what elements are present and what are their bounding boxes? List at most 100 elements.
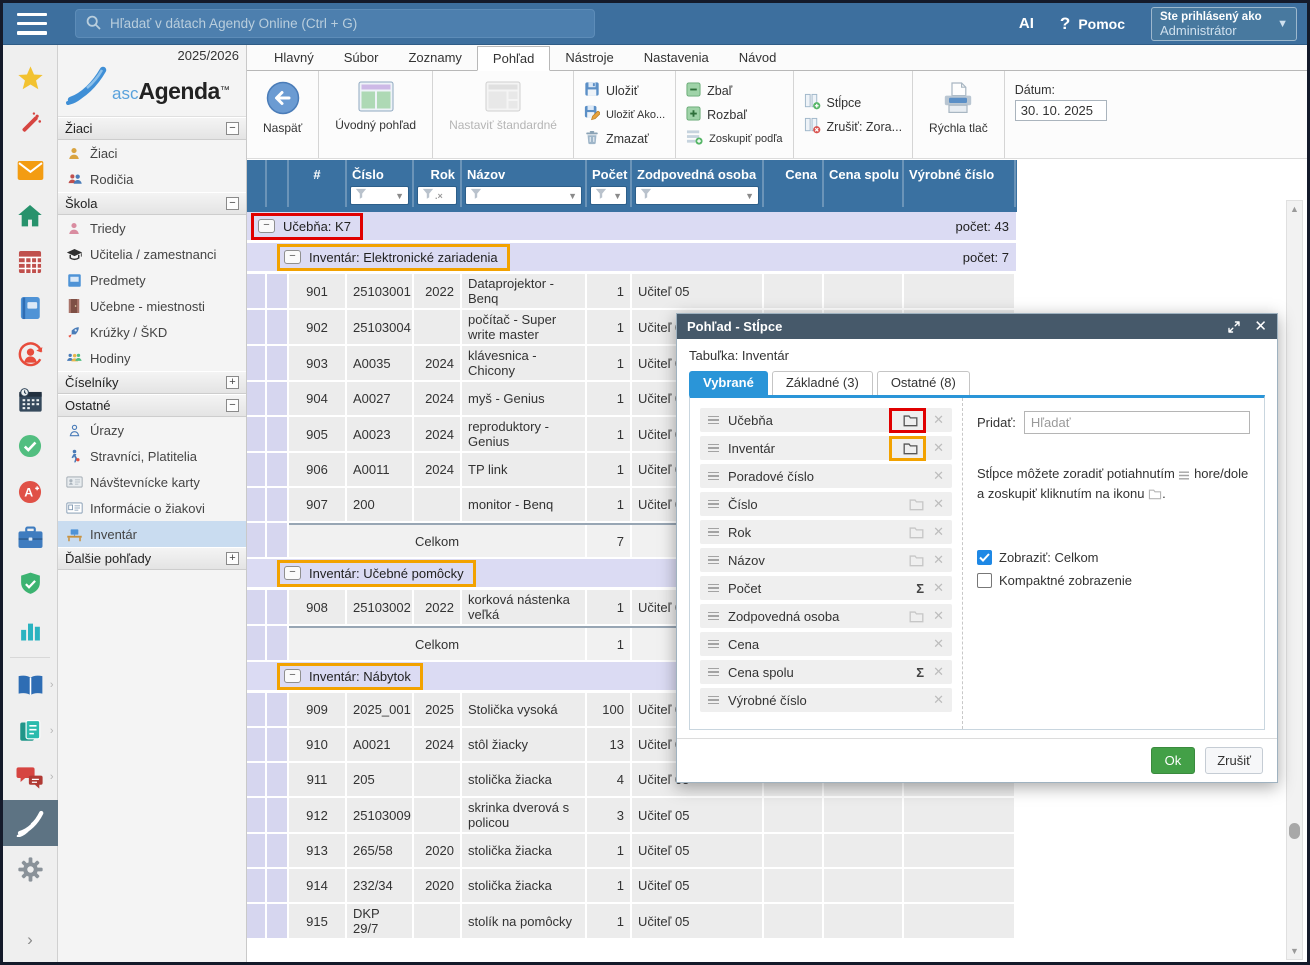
safety-shield-icon[interactable]: [3, 561, 58, 607]
agenda-briefcase-icon[interactable]: [3, 515, 58, 561]
cancel-button[interactable]: Zrušiť: [1205, 747, 1263, 774]
scroll-up-arrow-icon[interactable]: ▲: [1287, 204, 1302, 214]
help-button[interactable]: ? Pomoc: [1060, 14, 1125, 34]
column-header--[interactable]: #: [289, 160, 347, 184]
date-input[interactable]: [1015, 100, 1107, 121]
save-as-button[interactable]: Uložiť Ako...: [584, 104, 665, 125]
remove-column-icon[interactable]: ✕: [933, 440, 944, 456]
attendance-check-icon[interactable]: [3, 423, 58, 469]
sidebar-item-n-v-tevn-cke-karty[interactable]: Návštevnícke karty: [58, 469, 246, 495]
sidebar-item-stravn-ci-platitelia[interactable]: Stravníci, Platitelia: [58, 443, 246, 469]
table-row[interactable]: 914232/342020stolička žiacka1Učiteľ 05: [247, 869, 1017, 904]
quick-print-button[interactable]: Rýchla tlač: [923, 79, 994, 137]
remove-column-icon[interactable]: ✕: [933, 524, 944, 540]
dialog-close-icon[interactable]: ✕: [1254, 319, 1267, 334]
tab-s-bor[interactable]: Súbor: [329, 46, 394, 70]
column-header-po-et[interactable]: Počet ▼: [587, 160, 632, 184]
global-search-input[interactable]: Hľadať v dátach Agendy Online (Ctrl + G): [75, 9, 595, 38]
ok-button[interactable]: Ok: [1151, 747, 1196, 774]
cancel-sort-button[interactable]: Zrušiť: Zora...: [804, 116, 903, 137]
drag-handle-icon[interactable]: [708, 612, 719, 621]
tab-nastavenia[interactable]: Nastavenia: [629, 46, 724, 70]
filter-input[interactable]: ▼: [590, 186, 627, 205]
documents-copies-icon[interactable]: ›: [3, 708, 58, 754]
dialog-tab-ostatn-8-[interactable]: Ostatné (8): [877, 371, 970, 395]
column-header-zodpovedn-osoba[interactable]: Zodpovedná osoba: [632, 160, 764, 184]
filter-input[interactable]: ▼: [635, 186, 759, 205]
drag-handle-icon[interactable]: [708, 416, 719, 425]
vertical-scrollbar[interactable]: ▲ ▼: [1286, 200, 1303, 960]
expand-all-button[interactable]: Rozbaľ: [686, 104, 747, 125]
remove-column-icon[interactable]: ✕: [933, 608, 944, 624]
communication-chat-icon[interactable]: ›: [3, 754, 58, 800]
home-view-button[interactable]: Úvodný pohľad: [329, 79, 422, 134]
sidebar-item-kr-ky-kd[interactable]: Krúžky / ŠKD: [58, 319, 246, 345]
sidebar-item-triedy[interactable]: Triedy: [58, 215, 246, 241]
drag-handle-icon[interactable]: [708, 444, 719, 453]
messages-envelope-icon[interactable]: [3, 147, 58, 193]
sum-sigma-icon[interactable]: Σ: [916, 581, 924, 596]
group-folder-icon[interactable]: [903, 414, 918, 427]
compact-view-checkbox[interactable]: Kompaktné zobrazenie: [977, 569, 1250, 592]
drag-handle-icon[interactable]: [708, 584, 719, 593]
sidebar-item-u-ebne-miestnosti[interactable]: Učebne - miestnosti: [58, 293, 246, 319]
column-header-cena[interactable]: Cena: [764, 160, 824, 184]
statistics-chart-icon[interactable]: [3, 607, 58, 653]
show-total-checkbox[interactable]: Zobraziť: Celkom: [977, 546, 1250, 569]
hamburger-menu-icon[interactable]: [17, 13, 47, 35]
home-icon[interactable]: [3, 193, 58, 239]
sidebar-item-invent-r[interactable]: Inventár: [58, 521, 246, 547]
sidebar-item-predmety[interactable]: Predmety: [58, 267, 246, 293]
collapse-group-button[interactable]: −: [258, 219, 275, 233]
rail-expand-chevron-icon[interactable]: ›: [27, 930, 33, 950]
column-header-n-zov[interactable]: Názov: [462, 160, 587, 184]
remove-column-icon[interactable]: ✕: [933, 664, 944, 680]
dialog-tab-vybran-[interactable]: Vybrané: [689, 371, 768, 395]
settings-gear-icon[interactable]: [3, 846, 58, 892]
remove-column-icon[interactable]: ✕: [933, 552, 944, 568]
remove-column-icon[interactable]: ✕: [933, 692, 944, 708]
column-header-rok[interactable]: Rok: [414, 160, 462, 184]
group-folder-icon[interactable]: [909, 498, 924, 511]
collapse-section-icon[interactable]: −: [226, 122, 239, 135]
collapse-group-button[interactable]: −: [284, 566, 301, 580]
drag-handle-icon[interactable]: [708, 500, 719, 509]
classbook-notebook-icon[interactable]: [3, 285, 58, 331]
set-default-button[interactable]: Nastaviť štandardné: [443, 79, 563, 134]
sidebar-section--seln-ky[interactable]: Číselníky+: [58, 371, 246, 394]
remove-column-icon[interactable]: ✕: [933, 636, 944, 652]
collapse-group-button[interactable]: −: [284, 669, 301, 683]
timetable-grid-icon[interactable]: [3, 239, 58, 285]
calendar-plan-icon[interactable]: [3, 377, 58, 423]
sidebar-item-hodiny[interactable]: Hodiny: [58, 345, 246, 371]
collapse-section-icon[interactable]: −: [226, 399, 239, 412]
library-book-icon[interactable]: ›: [3, 662, 58, 708]
delete-button[interactable]: Zmazať: [584, 128, 649, 149]
sidebar-section--kola[interactable]: Škola−: [58, 192, 246, 215]
remove-column-icon[interactable]: ✕: [933, 496, 944, 512]
dialog-maximize-icon[interactable]: [1228, 321, 1240, 333]
drag-handle-icon[interactable]: [708, 640, 719, 649]
tab-zoznamy[interactable]: Zoznamy: [393, 46, 476, 70]
remove-column-icon[interactable]: ✕: [933, 468, 944, 484]
column-header-v-robn-slo[interactable]: Výrobné číslo: [904, 160, 1016, 184]
drag-handle-icon[interactable]: [708, 556, 719, 565]
drag-handle-icon[interactable]: [708, 528, 719, 537]
save-button[interactable]: Uložiť: [584, 80, 638, 101]
table-row[interactable]: 91225103009skrinka dverová s policou3Uči…: [247, 798, 1017, 834]
sum-sigma-icon[interactable]: Σ: [916, 665, 924, 680]
sidebar-section--iaci[interactable]: Žiaci−: [58, 117, 246, 140]
favorites-star-icon[interactable]: [3, 55, 58, 101]
filter-input[interactable]: .×: [417, 186, 457, 205]
tab-hlavn-[interactable]: Hlavný: [259, 46, 329, 70]
sidebar-item-inform-cie-o-iakovi[interactable]: Informácie o žiakovi: [58, 495, 246, 521]
group-folder-icon[interactable]: [909, 526, 924, 539]
add-column-search-input[interactable]: [1024, 411, 1250, 434]
ai-button[interactable]: AI: [1019, 15, 1034, 32]
dialog-title-bar[interactable]: Pohľad - Stĺpce ✕: [677, 314, 1277, 339]
tab-n-vod[interactable]: Návod: [724, 46, 792, 70]
sidebar-item--razy[interactable]: Úrazy: [58, 417, 246, 443]
collapse-group-button[interactable]: −: [284, 250, 301, 264]
column-header--slo[interactable]: Číslo: [347, 160, 414, 184]
filter-input[interactable]: ▼: [465, 186, 582, 205]
